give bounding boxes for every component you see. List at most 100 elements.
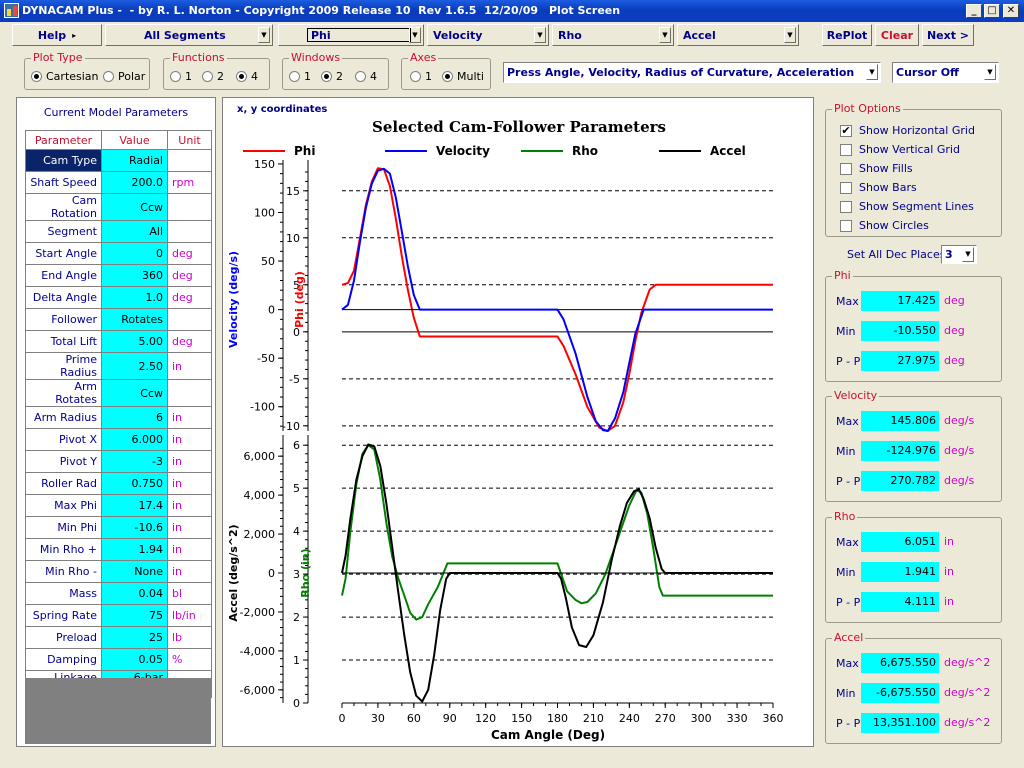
function3-value: Rho — [558, 29, 582, 42]
axes-group: Axes 1 Multi — [401, 51, 491, 90]
parameter-value[interactable]: 1.0 — [101, 286, 168, 309]
radio-windows-4[interactable]: 4 — [355, 70, 377, 83]
parameter-value[interactable]: -3 — [101, 450, 168, 473]
checkbox-show-fills[interactable]: Show Fills — [840, 162, 913, 175]
radio-windows-1[interactable]: 1 — [289, 70, 311, 83]
parameter-row[interactable]: Follower Rotates — [25, 308, 212, 331]
cursor-value: Cursor Off — [896, 66, 959, 79]
decimal-places-dropdown[interactable]: 3 ▼ — [941, 245, 977, 264]
parameter-value[interactable]: 0.05 — [101, 648, 168, 671]
stat-value[interactable]: 13,351.100 — [861, 713, 939, 733]
parameter-value[interactable]: 0.04 — [101, 582, 168, 605]
checkbox-show-vertical-grid[interactable]: Show Vertical Grid — [840, 143, 960, 156]
stat-value[interactable]: 6.051 — [861, 532, 939, 552]
maximize-button[interactable]: □ — [984, 4, 1000, 18]
parameter-value[interactable]: 0.750 — [101, 472, 168, 495]
close-button[interactable]: ✕ — [1003, 4, 1019, 18]
parameter-value[interactable]: 17.4 — [101, 494, 168, 517]
radio-windows-2[interactable]: 2 — [321, 70, 343, 83]
parameter-row[interactable]: Start Angle 0 deg — [25, 242, 212, 265]
parameter-value[interactable]: 1.94 — [101, 538, 168, 561]
checkbox-show-segment-lines[interactable]: Show Segment Lines — [840, 200, 974, 213]
plot-area[interactable]: x, y coordinates Selected Cam-Follower P… — [222, 97, 814, 747]
stat-value[interactable]: 17.425 — [861, 291, 939, 311]
parameter-row[interactable]: Arm Rotates Ccw — [25, 379, 212, 407]
checkbox-show-horizontal-grid[interactable]: ✔ Show Horizontal Grid — [840, 124, 975, 137]
parameter-value[interactable]: All — [101, 220, 168, 243]
function1-dropdown[interactable]: Phi ▼ — [278, 24, 424, 46]
parameter-value[interactable]: Ccw — [101, 379, 168, 407]
parameter-row[interactable]: Roller Rad 0.750 in — [25, 472, 212, 495]
radio-functions-1[interactable]: 1 — [170, 70, 192, 83]
checkbox-show-circles[interactable]: Show Circles — [840, 219, 929, 232]
next-button[interactable]: Next > — [922, 24, 974, 46]
parameter-row[interactable]: Spring Rate 75 lb/in — [25, 604, 212, 627]
parameter-row[interactable]: Cam Rotation Ccw — [25, 193, 212, 221]
stat-value[interactable]: -6,675.550 — [861, 683, 939, 703]
function2-dropdown[interactable]: Velocity ▼ — [427, 24, 549, 46]
parameter-value[interactable]: None — [101, 560, 168, 583]
parameter-value[interactable]: 6 — [101, 406, 168, 429]
parameter-row[interactable]: Cam Type Radial — [25, 149, 212, 172]
parameter-value[interactable]: Radial — [101, 149, 168, 172]
stat-value[interactable]: -124.976 — [861, 441, 939, 461]
parameter-value[interactable]: 5.00 — [101, 330, 168, 353]
radio-functions-2[interactable]: 2 — [202, 70, 224, 83]
parameter-row[interactable]: Min Rho +1.94 in — [25, 538, 212, 561]
replot-button[interactable]: RePlot — [822, 24, 872, 46]
parameter-value[interactable]: 200.0 — [101, 171, 168, 194]
parameter-value[interactable]: -10.6 — [101, 516, 168, 539]
radio-axes-1[interactable]: 1 — [410, 70, 432, 83]
parameter-row[interactable]: Min Rho - None in — [25, 560, 212, 583]
parameter-row[interactable]: Total Lift 5.00 deg — [25, 330, 212, 353]
parameter-row[interactable]: End Angle 360 deg — [25, 264, 212, 287]
function3-dropdown[interactable]: Rho ▼ — [552, 24, 674, 46]
stat-row-min: Min 1.941 in — [826, 562, 1006, 582]
checkbox-label: Show Vertical Grid — [859, 143, 960, 156]
cursor-dropdown[interactable]: Cursor Off ▼ — [892, 62, 999, 83]
stat-value[interactable]: 270.782 — [861, 471, 939, 491]
cam-follower-chart[interactable]: x, y coordinates Selected Cam-Follower P… — [223, 98, 813, 746]
parameter-row[interactable]: Pivot X 6.000 in — [25, 428, 212, 451]
parameter-row[interactable]: Delta Angle 1.0 deg — [25, 286, 212, 309]
parameter-value[interactable]: 75 — [101, 604, 168, 627]
parameter-row[interactable]: Pivot Y -3 in — [25, 450, 212, 473]
radio-functions-4[interactable]: 4 — [236, 70, 258, 83]
y-tick-label: 15 — [286, 185, 300, 198]
description-dropdown[interactable]: Press Angle, Velocity, Radius of Curvatu… — [503, 62, 881, 83]
radio-polar[interactable]: Polar — [103, 70, 145, 83]
parameter-row[interactable]: Shaft Speed 200.0 rpm — [25, 171, 212, 194]
clear-button[interactable]: Clear — [875, 24, 919, 46]
parameter-row[interactable]: Damping 0.05% — [25, 648, 212, 671]
parameter-value[interactable]: 2.50 — [101, 352, 168, 380]
radio-cartesian[interactable]: Cartesian — [31, 70, 99, 83]
stat-value[interactable]: 1.941 — [861, 562, 939, 582]
radio-axes-multi[interactable]: Multi — [442, 70, 484, 83]
stat-unit: deg/s^2 — [944, 716, 991, 729]
function4-value: Accel — [683, 29, 716, 42]
parameter-value[interactable]: 0 — [101, 242, 168, 265]
stat-value[interactable]: 4.111 — [861, 592, 939, 612]
app-icon[interactable] — [4, 3, 19, 18]
checkbox-show-bars[interactable]: Show Bars — [840, 181, 917, 194]
parameter-row[interactable]: Mass 0.04 bl — [25, 582, 212, 605]
parameter-row[interactable]: Arm Radius 6 in — [25, 406, 212, 429]
parameter-value[interactable]: 360 — [101, 264, 168, 287]
parameter-row[interactable]: Max Phi 17.4 in — [25, 494, 212, 517]
stat-value[interactable]: 27.975 — [861, 351, 939, 371]
stat-value[interactable]: 145.806 — [861, 411, 939, 431]
segment-dropdown[interactable]: All Segments ▼ — [105, 24, 273, 46]
parameter-value[interactable]: Ccw — [101, 193, 168, 221]
parameter-row[interactable]: Prime Radius 2.50 in — [25, 352, 212, 380]
parameter-row[interactable]: Min Phi -10.6 in — [25, 516, 212, 539]
parameter-row[interactable]: Segment All — [25, 220, 212, 243]
parameter-value[interactable]: Rotates — [101, 308, 168, 331]
stat-value[interactable]: 6,675.550 — [861, 653, 939, 673]
parameter-value[interactable]: 25 — [101, 626, 168, 649]
help-button[interactable]: Help ▸ — [12, 24, 102, 46]
function4-dropdown[interactable]: Accel ▼ — [677, 24, 799, 46]
stat-value[interactable]: -10.550 — [861, 321, 939, 341]
parameter-row[interactable]: Preload 25 lb — [25, 626, 212, 649]
parameter-value[interactable]: 6.000 — [101, 428, 168, 451]
minimize-button[interactable]: _ — [966, 4, 982, 18]
